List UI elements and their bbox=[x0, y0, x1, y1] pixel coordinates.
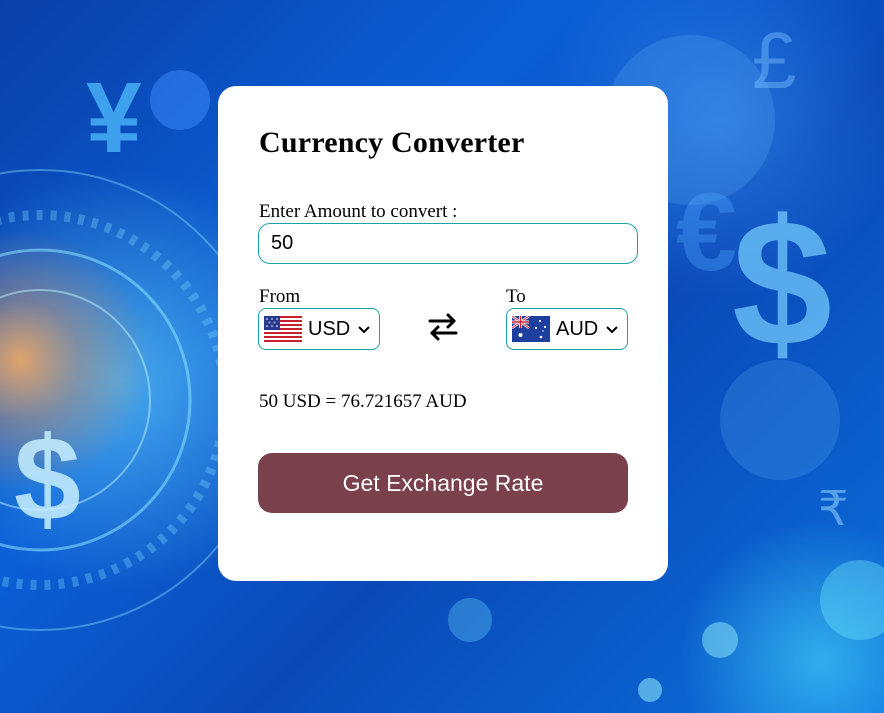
to-currency-code: AUD bbox=[556, 317, 599, 340]
australia-flag-icon bbox=[512, 316, 550, 342]
to-currency-select[interactable]: AUD bbox=[506, 308, 628, 350]
from-label: From bbox=[259, 286, 301, 307]
yen-glyph: ¥ bbox=[86, 62, 142, 174]
us-flag-icon bbox=[264, 316, 302, 342]
dollar-glyph-right: $ bbox=[732, 183, 832, 384]
from-currency-code: USD bbox=[308, 317, 351, 340]
swap-arrows-icon[interactable] bbox=[426, 310, 460, 344]
dollar-glyph-left: $ bbox=[14, 412, 81, 546]
exchange-result: 50 USD = 76.721657 AUD bbox=[259, 391, 467, 412]
page-title: Currency Converter bbox=[259, 126, 525, 159]
chevron-down-icon bbox=[358, 326, 370, 334]
amount-label: Enter Amount to convert : bbox=[259, 201, 458, 222]
amount-input[interactable] bbox=[258, 223, 638, 264]
to-label: To bbox=[506, 286, 526, 307]
pound-glyph: £ bbox=[752, 16, 797, 105]
converter-card: Currency Converter Enter Amount to conve… bbox=[218, 86, 668, 581]
euro-glyph: € bbox=[676, 171, 737, 294]
chevron-down-icon bbox=[606, 326, 618, 334]
from-currency-select[interactable]: USD bbox=[258, 308, 380, 350]
rupee-glyph: ₹ bbox=[818, 483, 849, 536]
get-exchange-rate-button[interactable]: Get Exchange Rate bbox=[258, 453, 628, 513]
